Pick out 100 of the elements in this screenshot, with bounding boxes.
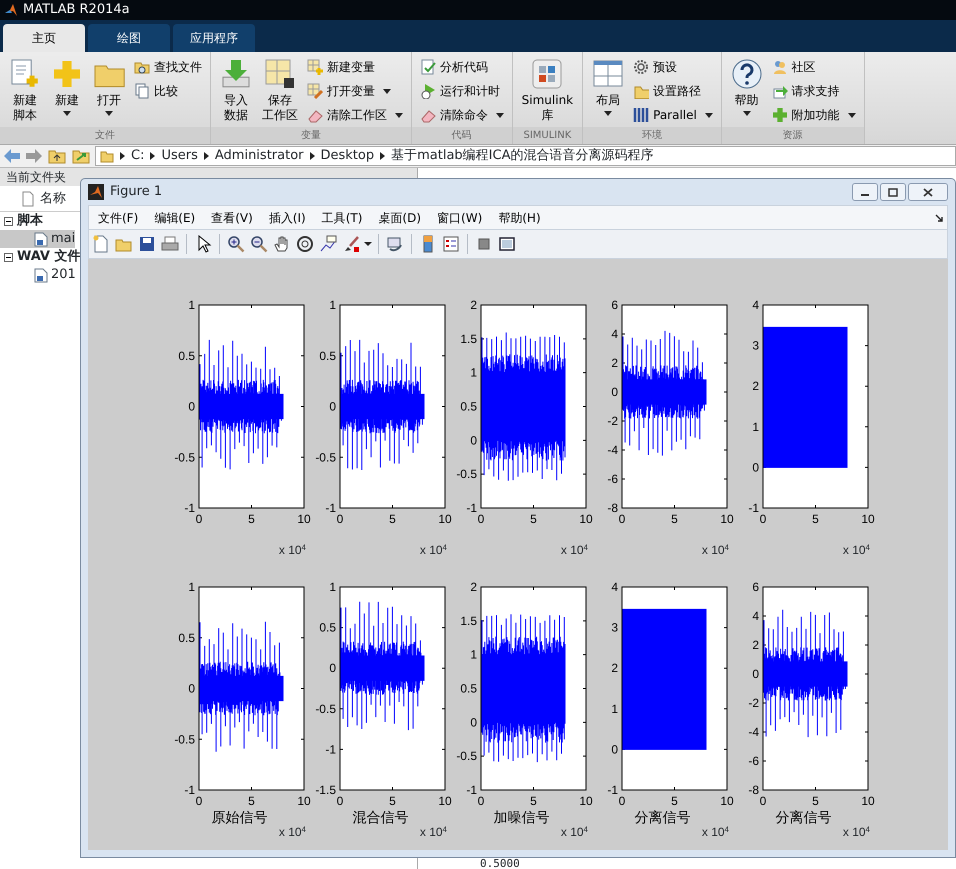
caret-icon [105,111,113,116]
ribbon-button[interactable]: 帮助 [728,56,766,127]
caret-icon [382,88,391,94]
menu-item[interactable]: 编辑(E) [147,206,202,228]
tick-label: 5 [248,512,255,526]
printer-icon [161,235,179,253]
menu-item[interactable]: 插入(I) [262,206,313,228]
tick-label: 1 [329,299,336,312]
collapse-icon[interactable] [4,216,13,226]
ribbon-small-button[interactable]: 新建变量 [305,56,405,78]
back-button[interactable] [3,148,21,164]
menu-item[interactable]: 查看(V) [204,206,260,228]
toolbar-button[interactable] [249,234,269,254]
ribbon-button[interactable]: 保存 工作区 [259,56,301,127]
toolbar-button[interactable] [295,234,315,254]
path-segment[interactable]: 基于matlab编程ICA的混合语音分离源码程序 [391,146,654,166]
tick-label: 5 [812,794,819,808]
ribbon-small-button[interactable]: 分析代码 [418,56,506,78]
forward-arrow-icon [26,149,42,163]
file-item[interactable]: 201 [0,266,76,284]
ribbon-button[interactable]: 导入 数据 [217,56,255,127]
tick-label: 0 [336,512,344,526]
tick-label: 0.5 [178,630,195,645]
column-header[interactable]: 名称 [40,188,66,208]
ribbon-small-button[interactable]: 设置路径 [631,80,715,102]
ribbon-small-button[interactable]: 比较 [132,80,204,102]
menu-item[interactable]: 桌面(D) [371,206,428,228]
ribbon-group-label: 环境 [583,127,721,144]
ribbon-small-button[interactable]: 请求支持 [770,80,858,102]
figure-title: Figure 1 [110,183,162,202]
tick-label: 10 [297,512,311,526]
menu-item[interactable]: 帮助(H) [491,206,548,228]
ribbon-button[interactable]: 布局 [589,56,628,127]
ribbon-tab[interactable]: 主页 [3,24,85,52]
tick-label: 6 [752,581,759,594]
path-segment[interactable]: Administrator [214,146,304,166]
ribbon-small-button[interactable]: 清除工作区 [305,104,405,126]
tick-label: 6 [611,299,618,312]
toolbar-button[interactable] [441,234,461,254]
ribbon-small-button[interactable]: 预设 [631,56,715,78]
axis-label: 混合信号 [352,809,408,825]
ribbon-button[interactable]: 打开 [90,56,128,127]
ribbon-button[interactable]: 新建 [48,56,86,127]
bars-icon [633,107,650,123]
ribbon-small-button[interactable]: 查找文件 [132,56,204,78]
tree-group-label[interactable]: 脚本 [17,211,43,231]
path-field[interactable]: C: Users Administrator Desktop 基于matlab编程ICA的混合语音分离源码程序 [95,146,956,166]
menu-item[interactable]: 文件(F) [91,206,146,228]
axis-exponent: x 10$^{4}$ [560,825,588,839]
back-arrow-icon [4,149,20,163]
collapse-icon[interactable] [4,252,13,262]
ribbon-small-button[interactable]: 附加功能 [770,104,858,126]
tick-label: -4 [748,725,759,739]
tick-label: 3 [611,620,618,635]
tick-label: 0 [196,512,202,526]
toolbar-button[interactable] [226,234,246,254]
tick-label: 0 [618,512,626,526]
tick-label: 2 [611,356,618,370]
maximize-button[interactable] [880,183,906,201]
tick-label: 0 [470,433,477,448]
tick-label: 2 [470,581,477,594]
close-button[interactable] [908,183,948,201]
tick-label: 0 [611,385,618,399]
ribbon-small-button[interactable]: 清除命令 [418,104,506,126]
rotate-icon [296,235,314,253]
tick-label: 10 [861,794,875,808]
file-icon [34,268,48,282]
tick-label: -1 [748,501,759,515]
legend-icon [442,235,460,253]
documents-icon [134,83,150,99]
tick-label: -0.5 [315,450,336,464]
ribbon-small-button[interactable]: 打开变量 [305,80,405,102]
menu-item[interactable]: 窗口(W) [430,206,490,228]
tick-label: -0.5 [174,732,195,746]
ribbon-group-label: 代码 [412,127,512,144]
path-segment[interactable]: Desktop [320,146,374,166]
close-icon [923,188,933,196]
ribbon-button[interactable]: 新建 脚本 [6,56,44,127]
tick-label: 0 [752,460,759,474]
new-document-icon [92,235,110,253]
path-segment[interactable]: Users [161,146,198,166]
plus-icon [51,58,83,90]
path-segment[interactable]: C: [131,146,144,166]
ribbon-button[interactable]: Simulink 库 [518,56,576,127]
ribbon-tab[interactable]: 绘图 [88,24,170,52]
tick-label: 10 [438,794,452,808]
tick-label: 1 [470,366,477,380]
zoom-in-icon [227,235,245,253]
tree-group-label[interactable]: WAV 文件 [17,247,81,267]
ribbon-small-button[interactable]: 运行和计时 [418,80,506,102]
tick-label: -1.5 [315,783,336,797]
menu-item[interactable]: 工具(T) [314,206,370,228]
toolbar-button[interactable] [318,234,338,254]
ribbon-small-button[interactable]: Parallel [631,104,715,126]
ribbon-tab[interactable]: 应用程序 [173,24,255,52]
minimize-button[interactable] [852,183,878,201]
tick-label: 0 [618,794,626,808]
toolbar-button[interactable] [137,234,157,254]
ribbon-small-button[interactable]: 社区 [770,56,858,78]
file-item[interactable]: mai [0,230,76,248]
